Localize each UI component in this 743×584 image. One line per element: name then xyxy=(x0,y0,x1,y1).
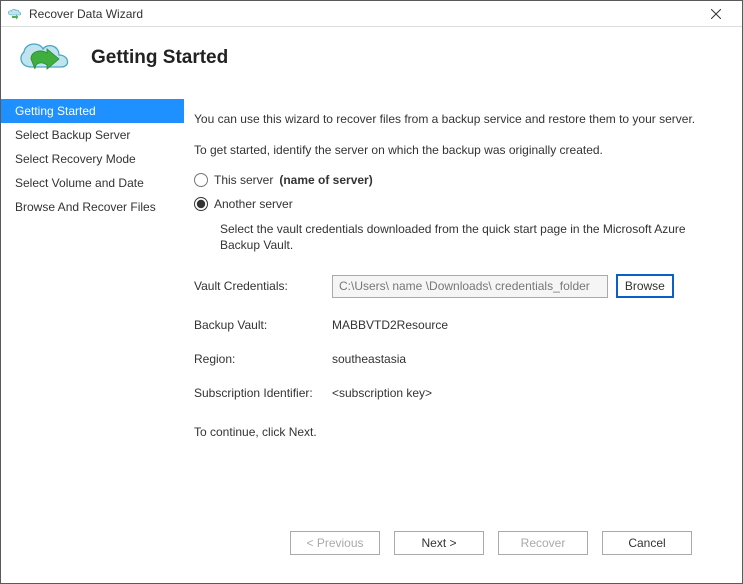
steps-sidebar: Getting StartedSelect Backup ServerSelec… xyxy=(1,91,184,583)
subscription-id-value: <subscription key> xyxy=(332,386,716,400)
next-button[interactable]: Next > xyxy=(394,531,484,555)
cancel-button[interactable]: Cancel xyxy=(602,531,692,555)
sidebar-step-0[interactable]: Getting Started xyxy=(1,99,184,123)
wizard-footer: < Previous Next > Recover Cancel xyxy=(194,519,716,571)
backup-vault-value: MABBVTD2Resource xyxy=(332,318,716,332)
sidebar-step-4[interactable]: Browse And Recover Files xyxy=(1,195,184,219)
radio-another-server-input[interactable] xyxy=(194,197,208,211)
radio-another-server-label: Another server xyxy=(214,197,293,211)
app-icon xyxy=(7,6,23,22)
continue-text: To continue, click Next. xyxy=(194,424,716,441)
recover-button: Recover xyxy=(498,531,588,555)
intro-text: You can use this wizard to recover files… xyxy=(194,111,716,128)
close-button[interactable] xyxy=(696,2,736,26)
titlebar: Recover Data Wizard xyxy=(1,1,742,27)
instruction-text: Select the vault credentials downloaded … xyxy=(220,221,700,255)
radio-this-server-label: This server xyxy=(214,173,273,187)
radio-this-server-name: (name of server) xyxy=(279,173,372,187)
sidebar-step-3[interactable]: Select Volume and Date xyxy=(1,171,184,195)
vault-credentials-label: Vault Credentials: xyxy=(194,279,332,293)
subscription-id-label: Subscription Identifier: xyxy=(194,386,332,400)
vault-credentials-input[interactable] xyxy=(332,275,608,298)
radio-another-server[interactable]: Another server xyxy=(194,197,716,211)
page-title: Getting Started xyxy=(91,47,228,69)
previous-button: < Previous xyxy=(290,531,380,555)
cloud-recover-icon xyxy=(15,37,75,79)
close-icon xyxy=(711,9,721,19)
radio-this-server-input[interactable] xyxy=(194,173,208,187)
radio-this-server[interactable]: This server (name of server) xyxy=(194,173,716,187)
browse-button[interactable]: Browse xyxy=(616,274,674,298)
region-label: Region: xyxy=(194,352,332,366)
backup-vault-label: Backup Vault: xyxy=(194,318,332,332)
wizard-header: Getting Started xyxy=(1,27,742,91)
main-panel: You can use this wizard to recover files… xyxy=(184,91,742,583)
region-value: southeastasia xyxy=(332,352,716,366)
wizard-window: Recover Data Wizard Getting Started Gett… xyxy=(0,0,743,584)
sidebar-step-1[interactable]: Select Backup Server xyxy=(1,123,184,147)
window-title: Recover Data Wizard xyxy=(29,7,696,21)
identify-text: To get started, identify the server on w… xyxy=(194,142,716,159)
sidebar-step-2[interactable]: Select Recovery Mode xyxy=(1,147,184,171)
